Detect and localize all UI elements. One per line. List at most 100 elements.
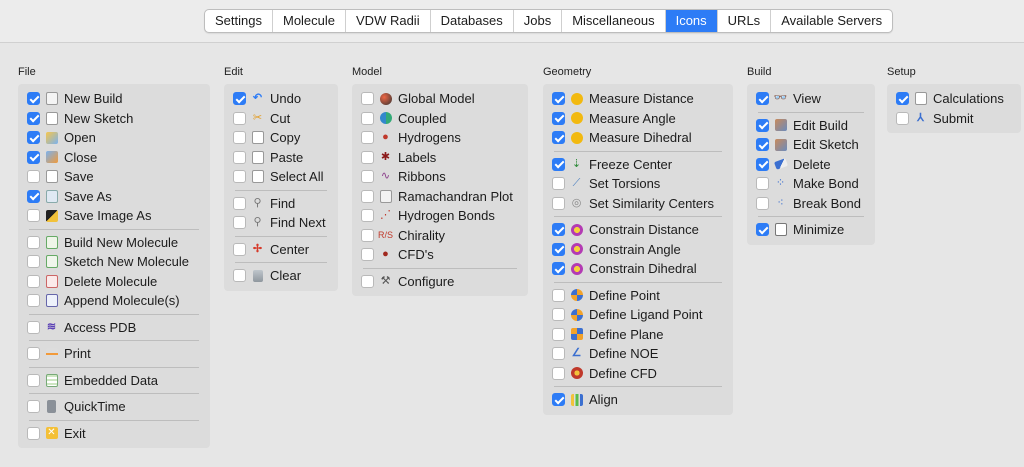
checkbox[interactable] <box>27 92 40 106</box>
option-define-noe[interactable]: ∠ Define NOE <box>552 344 724 364</box>
option-access-pdb[interactable]: ≋ Access PDB <box>27 318 201 338</box>
checkbox[interactable] <box>552 262 565 276</box>
option-chirality[interactable]: R/S Chirality <box>361 226 519 246</box>
option-constrain-angle[interactable]: Constrain Angle <box>552 240 724 260</box>
checkbox[interactable] <box>233 150 246 164</box>
option-hydrogens[interactable]: ● Hydrogens <box>361 128 519 148</box>
option-define-plane[interactable]: Define Plane <box>552 325 724 345</box>
checkbox[interactable] <box>361 228 374 242</box>
option-exit[interactable]: ✕ Exit <box>27 424 201 444</box>
option-align[interactable]: Align <box>552 390 724 410</box>
option-set-torsions[interactable]: ⟋ Set Torsions <box>552 174 724 194</box>
checkbox[interactable] <box>552 242 565 256</box>
option-clear[interactable]: Clear <box>233 266 329 286</box>
checkbox[interactable] <box>361 131 374 145</box>
checkbox[interactable] <box>361 248 374 262</box>
checkbox[interactable] <box>756 157 769 171</box>
checkbox[interactable] <box>552 347 565 361</box>
tab-settings[interactable]: Settings <box>205 10 273 32</box>
option-view[interactable]: 👓 View <box>756 89 866 109</box>
checkbox[interactable] <box>552 393 565 407</box>
checkbox[interactable] <box>361 92 374 106</box>
option-delete-molecule[interactable]: Delete Molecule <box>27 272 201 292</box>
option-ribbons[interactable]: ∿ Ribbons <box>361 167 519 187</box>
checkbox[interactable] <box>27 235 40 249</box>
checkbox[interactable] <box>552 308 565 322</box>
option-set-similarity-centers[interactable]: ◎ Set Similarity Centers <box>552 194 724 214</box>
option-append-molecules[interactable]: Append Molecule(s) <box>27 291 201 311</box>
checkbox[interactable] <box>233 170 246 184</box>
option-open[interactable]: Open <box>27 128 201 148</box>
checkbox[interactable] <box>552 157 565 171</box>
checkbox[interactable] <box>552 111 565 125</box>
option-submit[interactable]: ⅄ Submit <box>896 109 1012 129</box>
checkbox[interactable] <box>552 366 565 380</box>
checkbox[interactable] <box>27 131 40 145</box>
option-define-cfd[interactable]: Define CFD <box>552 364 724 384</box>
checkbox[interactable] <box>27 426 40 440</box>
checkbox[interactable] <box>756 177 769 191</box>
option-hydrogen-bonds[interactable]: ⋰ Hydrogen Bonds <box>361 206 519 226</box>
option-freeze-center[interactable]: ⇣ Freeze Center <box>552 155 724 175</box>
option-save-as[interactable]: Save As <box>27 187 201 207</box>
checkbox[interactable] <box>552 288 565 302</box>
option-define-point[interactable]: Define Point <box>552 286 724 306</box>
option-center[interactable]: ✢ Center <box>233 240 329 260</box>
tab-miscellaneous[interactable]: Miscellaneous <box>562 10 666 32</box>
option-undo[interactable]: ↶ Undo <box>233 89 329 109</box>
checkbox[interactable] <box>552 196 565 210</box>
tab-vdw-radii[interactable]: VDW Radii <box>346 10 431 32</box>
option-edit-sketch[interactable]: Edit Sketch <box>756 135 866 155</box>
checkbox[interactable] <box>27 294 40 308</box>
checkbox[interactable] <box>27 255 40 269</box>
option-build-new-molecule[interactable]: Build New Molecule <box>27 233 201 253</box>
option-measure-angle[interactable]: Measure Angle <box>552 109 724 129</box>
checkbox[interactable] <box>27 320 40 334</box>
option-save-image-as[interactable]: Save Image As <box>27 206 201 226</box>
checkbox[interactable] <box>361 150 374 164</box>
checkbox[interactable] <box>552 327 565 341</box>
checkbox[interactable] <box>756 223 769 237</box>
option-minimize[interactable]: Minimize <box>756 220 866 240</box>
checkbox[interactable] <box>361 189 374 203</box>
option-calculations[interactable]: Calculations <box>896 89 1012 109</box>
checkbox[interactable] <box>361 209 374 223</box>
option-constrain-dihedral[interactable]: Constrain Dihedral <box>552 259 724 279</box>
checkbox[interactable] <box>552 177 565 191</box>
option-sketch-new-molecule[interactable]: Sketch New Molecule <box>27 252 201 272</box>
option-new-sketch[interactable]: New Sketch <box>27 109 201 129</box>
checkbox[interactable] <box>27 209 40 223</box>
option-quicktime[interactable]: QuickTime <box>27 397 201 417</box>
tab-databases[interactable]: Databases <box>431 10 514 32</box>
checkbox[interactable] <box>233 196 246 210</box>
checkbox[interactable] <box>233 242 246 256</box>
checkbox[interactable] <box>896 92 909 106</box>
checkbox[interactable] <box>552 131 565 145</box>
tab-urls[interactable]: URLs <box>718 10 772 32</box>
checkbox[interactable] <box>27 170 40 184</box>
option-define-ligand-point[interactable]: Define Ligand Point <box>552 305 724 325</box>
checkbox[interactable] <box>233 269 246 283</box>
checkbox[interactable] <box>756 196 769 210</box>
checkbox[interactable] <box>896 111 909 125</box>
checkbox[interactable] <box>552 223 565 237</box>
option-break-bond[interactable]: ⁖ Break Bond <box>756 194 866 214</box>
tab-molecule[interactable]: Molecule <box>273 10 347 32</box>
option-cfds[interactable]: ● CFD's <box>361 245 519 265</box>
checkbox[interactable] <box>756 138 769 152</box>
option-find-next[interactable]: ⚲ Find Next <box>233 213 329 233</box>
option-constrain-distance[interactable]: Constrain Distance <box>552 220 724 240</box>
checkbox[interactable] <box>361 170 374 184</box>
checkbox[interactable] <box>27 189 40 203</box>
checkbox[interactable] <box>233 111 246 125</box>
option-cut[interactable]: ✂ Cut <box>233 109 329 129</box>
checkbox[interactable] <box>233 216 246 230</box>
checkbox[interactable] <box>233 131 246 145</box>
option-edit-build[interactable]: Edit Build <box>756 116 866 136</box>
option-configure[interactable]: ⚒ Configure <box>361 272 519 292</box>
checkbox[interactable] <box>361 111 374 125</box>
option-delete[interactable]: Delete <box>756 155 866 175</box>
tab-icons[interactable]: Icons <box>665 10 718 32</box>
tab-available-servers[interactable]: Available Servers <box>771 10 892 32</box>
option-global-model[interactable]: Global Model <box>361 89 519 109</box>
